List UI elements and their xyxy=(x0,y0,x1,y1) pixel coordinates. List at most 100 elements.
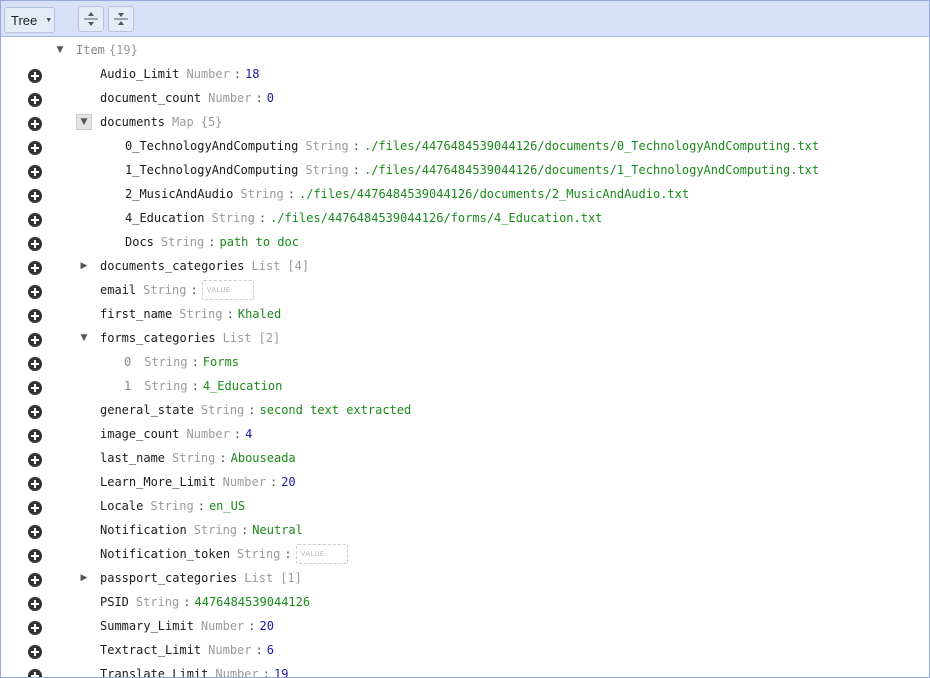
field-value[interactable]: 4 xyxy=(245,422,252,446)
field-value[interactable]: ./files/4476484539044126/documents/0_Tec… xyxy=(364,134,819,158)
field-value[interactable]: Khaled xyxy=(238,302,281,326)
add-action-icon[interactable] xyxy=(28,355,42,371)
field-type[interactable]: Number xyxy=(215,662,258,677)
field-value[interactable]: second text extracted xyxy=(260,398,412,422)
field-type[interactable]: String xyxy=(201,398,244,422)
field-type[interactable]: String xyxy=(172,446,215,470)
field-type[interactable]: List xyxy=(223,326,252,350)
add-action-icon[interactable] xyxy=(28,619,42,635)
field-type[interactable]: String xyxy=(144,350,187,374)
field-key[interactable]: Notification_token xyxy=(100,542,230,566)
field-type[interactable]: String xyxy=(211,206,254,230)
field-value[interactable]: Forms xyxy=(203,350,239,374)
add-action-icon[interactable] xyxy=(28,475,42,491)
field-key[interactable]: 0 xyxy=(124,350,131,374)
field-key[interactable]: last_name xyxy=(100,446,165,470)
field-value[interactable]: 20 xyxy=(281,470,295,494)
field-value[interactable]: path to doc xyxy=(220,230,299,254)
field-value[interactable]: Abouseada xyxy=(231,446,296,470)
collapse-triangle-icon[interactable]: ▼ xyxy=(52,42,68,58)
add-action-icon[interactable] xyxy=(28,403,42,419)
add-action-icon[interactable] xyxy=(28,187,42,203)
add-action-icon[interactable] xyxy=(28,451,42,467)
add-action-icon[interactable] xyxy=(28,211,42,227)
add-action-icon[interactable] xyxy=(28,283,42,299)
field-key[interactable]: documents xyxy=(100,110,165,134)
field-key[interactable]: PSID xyxy=(100,590,129,614)
field-key[interactable]: passport_categories xyxy=(100,566,237,590)
field-type[interactable]: String xyxy=(136,590,179,614)
expand-triangle-icon[interactable]: ▶ xyxy=(76,258,92,274)
field-key[interactable]: Locale xyxy=(100,494,143,518)
field-type[interactable]: Number xyxy=(186,62,229,86)
field-key[interactable]: document_count xyxy=(100,86,201,110)
add-action-icon[interactable] xyxy=(28,235,42,251)
field-value[interactable]: 6 xyxy=(267,638,274,662)
field-key[interactable]: 0_TechnologyAndComputing xyxy=(125,134,298,158)
field-value-input[interactable]: VALUE xyxy=(295,544,348,564)
field-type[interactable]: String xyxy=(305,134,348,158)
field-key[interactable]: Audio_Limit xyxy=(100,62,179,86)
field-key[interactable]: 2_MusicAndAudio xyxy=(125,182,233,206)
field-value[interactable]: 20 xyxy=(260,614,274,638)
add-action-icon[interactable] xyxy=(28,427,42,443)
field-type[interactable]: List xyxy=(244,566,273,590)
add-action-icon[interactable] xyxy=(28,163,42,179)
field-type[interactable]: Number xyxy=(208,86,251,110)
field-key[interactable]: 1_TechnologyAndComputing xyxy=(125,158,298,182)
field-key[interactable]: Learn_More_Limit xyxy=(100,470,216,494)
field-value[interactable]: Neutral xyxy=(252,518,303,542)
add-action-icon[interactable] xyxy=(28,547,42,563)
collapse-triangle-icon[interactable]: ▼ xyxy=(76,330,92,346)
field-type[interactable]: String xyxy=(150,494,193,518)
field-value[interactable]: 18 xyxy=(245,62,259,86)
field-key[interactable]: 1 xyxy=(124,374,131,398)
field-value[interactable]: ./files/4476484539044126/forms/4_Educati… xyxy=(270,206,602,230)
add-action-icon[interactable] xyxy=(28,595,42,611)
field-key[interactable]: documents_categories xyxy=(100,254,245,278)
field-key[interactable]: forms_categories xyxy=(100,326,216,350)
add-action-icon[interactable] xyxy=(28,259,42,275)
field-type[interactable]: List xyxy=(252,254,281,278)
collapse-all-button[interactable] xyxy=(108,6,134,32)
add-action-icon[interactable] xyxy=(28,499,42,515)
field-value[interactable]: 19 xyxy=(274,662,288,677)
add-action-icon[interactable] xyxy=(28,91,42,107)
field-key[interactable]: first_name xyxy=(100,302,172,326)
field-key[interactable]: general_state xyxy=(100,398,194,422)
add-action-icon[interactable] xyxy=(28,67,42,83)
field-type[interactable]: String xyxy=(240,182,283,206)
expand-triangle-icon[interactable]: ▶ xyxy=(76,570,92,586)
field-type[interactable]: String xyxy=(305,158,348,182)
field-value[interactable]: ./files/4476484539044126/documents/1_Tec… xyxy=(364,158,819,182)
add-action-icon[interactable] xyxy=(28,667,42,677)
add-action-icon[interactable] xyxy=(28,643,42,659)
field-key[interactable]: email xyxy=(100,278,136,302)
field-key[interactable]: Notification xyxy=(100,518,187,542)
field-type[interactable]: String xyxy=(194,518,237,542)
field-type[interactable]: Number xyxy=(223,470,266,494)
collapse-triangle-icon[interactable]: ▼ xyxy=(76,114,92,130)
add-action-icon[interactable] xyxy=(28,331,42,347)
field-value[interactable]: ./files/4476484539044126/documents/2_Mus… xyxy=(299,182,689,206)
field-value[interactable]: 0 xyxy=(267,86,274,110)
field-value[interactable]: 4476484539044126 xyxy=(195,590,311,614)
field-type[interactable]: Number xyxy=(201,614,244,638)
field-type[interactable]: String xyxy=(143,278,186,302)
add-action-icon[interactable] xyxy=(28,379,42,395)
field-value[interactable]: 4_Education xyxy=(203,374,282,398)
field-type[interactable]: String xyxy=(237,542,280,566)
field-key[interactable]: 4_Education xyxy=(125,206,204,230)
field-key[interactable]: Docs xyxy=(125,230,154,254)
field-type[interactable]: String xyxy=(179,302,222,326)
field-key[interactable]: Translate_Limit xyxy=(100,662,208,677)
field-key[interactable]: Summary_Limit xyxy=(100,614,194,638)
field-value-input[interactable]: VALUE xyxy=(201,280,254,300)
add-action-icon[interactable] xyxy=(28,307,42,323)
add-action-icon[interactable] xyxy=(28,115,42,131)
field-type[interactable]: String xyxy=(161,230,204,254)
expand-all-button[interactable] xyxy=(78,6,104,32)
field-key[interactable]: image_count xyxy=(100,422,179,446)
field-type[interactable]: Map xyxy=(172,110,194,134)
field-key[interactable]: Textract_Limit xyxy=(100,638,201,662)
